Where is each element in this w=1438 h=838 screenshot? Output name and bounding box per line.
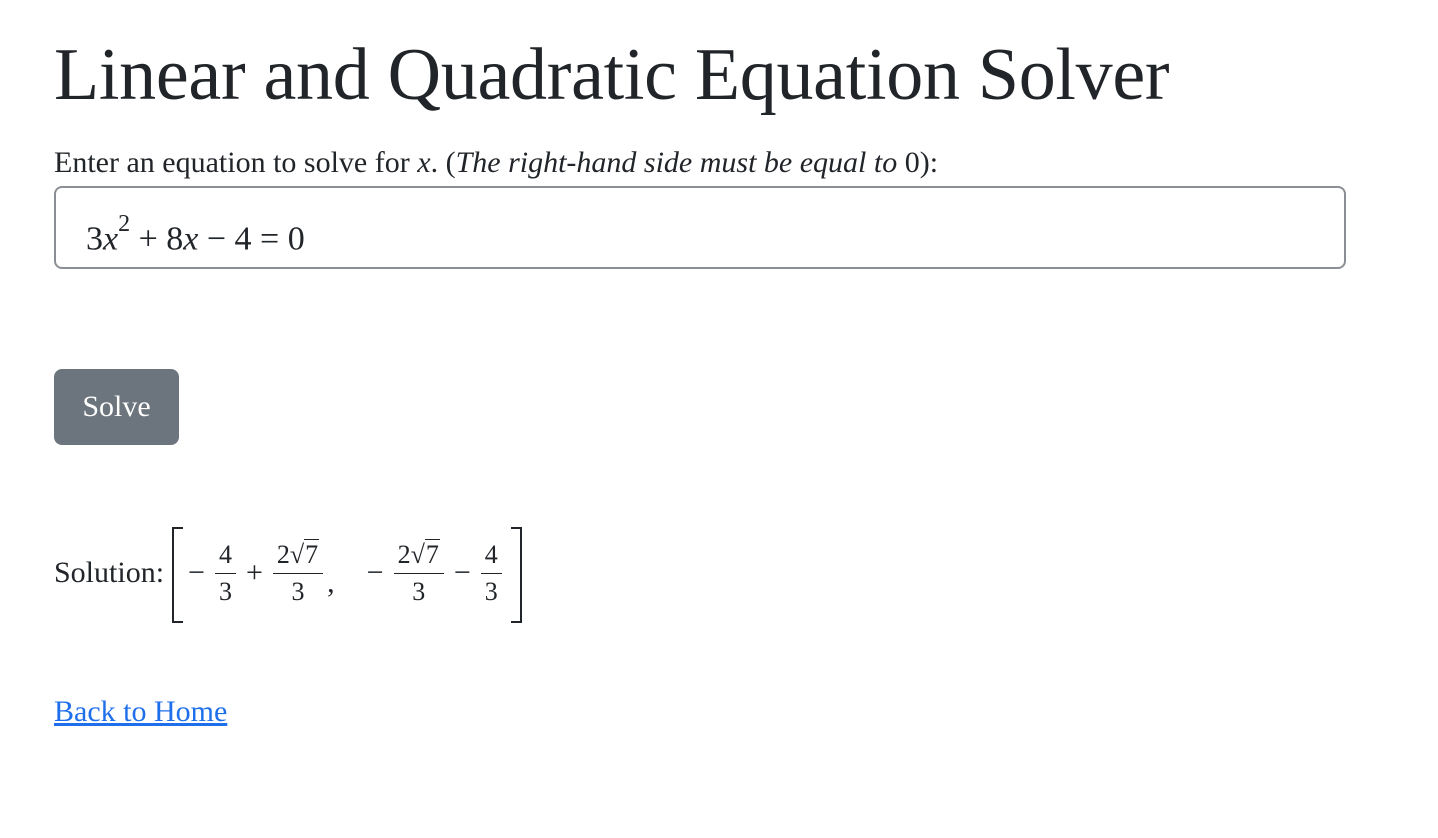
left-bracket	[172, 527, 184, 623]
root2-frac1: 2 √ 7 3	[393, 539, 444, 607]
root1-frac1-den: 3	[214, 572, 236, 607]
root2-frac1-coef: 2	[397, 540, 411, 569]
root1-frac2-num: 2 √ 7	[275, 539, 321, 573]
root2-frac1-den: 3	[393, 573, 444, 607]
prompt-text-end: ):	[919, 146, 939, 179]
root-separator: ,	[327, 566, 335, 599]
equation-var-x: x	[103, 220, 119, 258]
solve-button[interactable]: Solve	[54, 369, 179, 445]
sqrt-symbol: √	[410, 540, 425, 569]
prompt-variable: x	[417, 146, 431, 179]
root1-frac2-den: 3	[272, 573, 324, 607]
equation-input[interactable]: 3x2 + 8x − 4 = 0	[54, 186, 1346, 269]
sqrt-symbol: √	[289, 540, 305, 569]
root2-frac1-num: 2 √ 7	[396, 539, 442, 573]
root2-frac2-num: 4	[484, 539, 498, 569]
equation-var-x-2: x	[183, 220, 199, 258]
root1-frac2: 2 √ 7 3	[272, 539, 324, 607]
root2-frac1-radicand: 7	[424, 539, 440, 569]
root2-op: −	[453, 556, 471, 589]
root1-frac2-radicand: 7	[304, 539, 320, 569]
page-title: Linear and Quadratic Equation Solver	[54, 34, 1170, 116]
root2-frac2: 4 3	[480, 539, 502, 607]
right-bracket	[510, 527, 522, 623]
equation-prompt: Enter an equation to solve for x. (The r…	[54, 143, 938, 183]
prompt-hint: The right-hand side must be equal to	[455, 146, 898, 179]
sqrt-icon: √ 7	[289, 539, 320, 570]
equation-exponent: 2	[118, 211, 131, 237]
solution-label: Solution:	[54, 556, 165, 589]
sqrt-icon: √ 7	[411, 539, 440, 570]
root1-frac1: 4 3	[214, 539, 236, 607]
prompt-text-start: Enter an equation to solve for	[54, 146, 418, 179]
root2-frac2-den: 3	[480, 572, 502, 607]
equation-math: 3x2 + 8x − 4 = 0	[86, 208, 305, 261]
equation-term-c: − 4 = 0	[198, 220, 305, 258]
equation-term-b: + 8	[130, 220, 184, 258]
solution-math: − 4 3 + 2 √ 7 3 , − 2 √ 7 3 − 4 3	[172, 523, 522, 623]
root1-frac1-num: 4	[218, 539, 232, 569]
prompt-zero: 0	[897, 146, 920, 179]
equation-coef-a: 3	[86, 220, 103, 258]
root1-op: +	[245, 556, 263, 589]
root2-sign: −	[366, 556, 384, 589]
solution: Solution: − 4 3 + 2 √ 7 3 , − 2 √ 7 3 − 4 3	[54, 521, 522, 625]
root1-sign: −	[188, 556, 205, 589]
root1-frac2-coef: 2	[276, 540, 290, 569]
back-to-home-link[interactable]: Back to Home	[54, 692, 227, 732]
prompt-text-middle: . (	[430, 146, 456, 179]
